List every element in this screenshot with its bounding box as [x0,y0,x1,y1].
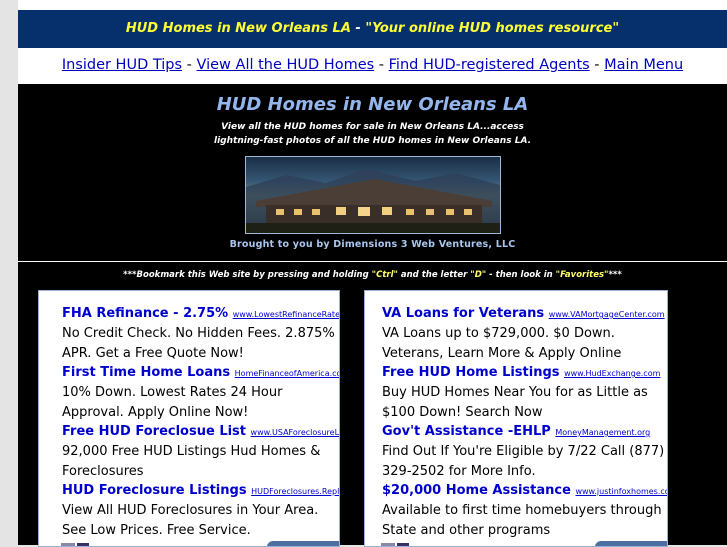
bookmark-key-ctrl: "Ctrl" [371,270,398,280]
bookmark-notice: ***Bookmark this Web site by pressing an… [18,262,727,288]
nav-link-main-menu[interactable]: Main Menu [604,57,683,73]
header-bar: HUD Homes in New Orleans LA - "Your onli… [18,10,727,48]
ad-arrow-icon[interactable] [397,543,409,546]
nav-link-view-all-hud-homes[interactable]: View All the HUD Homes [197,57,375,73]
ad-item[interactable]: Free HUD Foreclosue List www.USAForeclos… [39,422,339,481]
ad-title[interactable]: Free HUD Home Listings [382,365,560,380]
house-photo [245,156,501,234]
nav-link-insider-hud-tips[interactable]: Insider HUD Tips [62,57,182,73]
ad-description: Buy HUD Homes Near You for as Little as … [382,385,648,420]
ad-arrow-icon[interactable] [77,543,89,546]
nav-separator: - [594,57,605,73]
ad-url[interactable]: HomeFinanceofAmerica.com [235,369,339,378]
ad-title[interactable]: Gov't Assistance -EHLP [382,424,551,439]
ad-url[interactable]: www.LowestRefinanceRatesOnline. [233,310,339,319]
bookmark-text: and the letter [397,270,471,280]
ad-url[interactable]: www.justinfoxhomes.com [575,487,667,496]
bookmark-key-favorites: "Favorites" [555,270,609,280]
nav-separator: - [186,57,197,73]
ad-description: No Credit Check. No Hidden Fees. 2.875% … [62,326,335,361]
ad-url[interactable]: www.HudExchange.com [564,369,660,378]
ad-item[interactable]: FHA Refinance - 2.75% www.LowestRefinanc… [39,304,339,363]
ad-title[interactable]: HUD Foreclosure Listings [62,483,247,498]
ad-area: FHA Refinance - 2.75% www.LowestRefinanc… [18,288,727,547]
ad-item[interactable]: Gov't Assistance -EHLP MoneyManagement.o… [365,422,667,481]
nav-bar: Insider HUD Tips - View All the HUD Home… [18,48,727,84]
bookmark-text: - then look in [486,270,556,280]
site-title: HUD Homes in New Orleans LA [125,21,351,36]
ad-choices-icon[interactable] [61,543,75,546]
ad-description: View All HUD Foreclosures in Your Area. … [62,503,319,538]
ad-title[interactable]: First Time Home Loans [62,365,230,380]
ad-title[interactable]: $20,000 Home Assistance [382,483,571,498]
ad-item[interactable]: HUD Foreclosure Listings HUDForeclosures… [39,481,339,540]
ad-url[interactable]: MoneyManagement.org [555,428,650,437]
banner: HUD Homes in New Orleans LA View all the… [18,84,727,261]
banner-subtitle-line2: lightning-fast photos of all the HUD hom… [214,136,531,146]
ad-next-button[interactable] [595,541,667,546]
ad-url[interactable]: www.USAForeclosureList.com [251,428,339,437]
house-illustration [246,169,500,233]
ad-description: 92,000 Free HUD Listings Hud Homes & For… [62,444,321,479]
ad-title[interactable]: Free HUD Foreclosue List [62,424,246,439]
ad-description: Available to first time homebuyers throu… [382,503,662,538]
bookmark-text: ***Bookmark this Web site by pressing an… [123,270,372,280]
banner-subtitle-line1: View all the HUD homes for sale in New O… [221,122,524,132]
ad-choices-icon[interactable] [381,543,395,546]
banner-heading: HUD Homes in New Orleans LA [216,94,529,115]
ad-box-left: FHA Refinance - 2.75% www.LowestRefinanc… [38,290,340,547]
ad-item[interactable]: First Time Home Loans HomeFinanceofAmeri… [39,363,339,422]
ad-description: VA Loans up to $729,000. $0 Down. Vetera… [382,326,622,361]
bookmark-text: *** [608,270,622,280]
nav-link-find-agents[interactable]: Find HUD-registered Agents [389,57,590,73]
ad-next-button[interactable] [267,541,339,546]
ad-title[interactable]: VA Loans for Veterans [382,306,544,321]
banner-subtitle: View all the HUD homes for sale in New O… [198,120,547,148]
ad-item[interactable]: $20,000 Home Assistance www.justinfoxhom… [365,481,667,540]
page-wrapper: HUD Homes in New Orleans LA - "Your onli… [18,0,727,547]
ad-item[interactable]: VA Loans for Veterans www.VAMortgageCent… [365,304,667,363]
ad-description: 10% Down. Lowest Rates 24 Hour Approval.… [62,385,283,420]
ad-description: Find Out If You're Eligible by 7/22 Call… [382,444,665,479]
ad-item[interactable]: Free HUD Home Listings www.HudExchange.c… [365,363,667,422]
site-tagline: "Your online HUD homes resource" [365,21,620,36]
ad-title[interactable]: FHA Refinance - 2.75% [62,306,228,321]
title-separator: - [350,21,366,36]
credit-line: Brought to you by Dimensions 3 Web Ventu… [229,239,516,250]
ad-url[interactable]: www.VAMortgageCenter.com [549,310,665,319]
nav-separator: - [378,57,389,73]
ad-box-right: VA Loans for Veterans www.VAMortgageCent… [364,290,668,547]
ad-url[interactable]: HUDForeclosures.Reply.com [251,487,339,496]
bookmark-key-d: "D" [470,270,487,280]
